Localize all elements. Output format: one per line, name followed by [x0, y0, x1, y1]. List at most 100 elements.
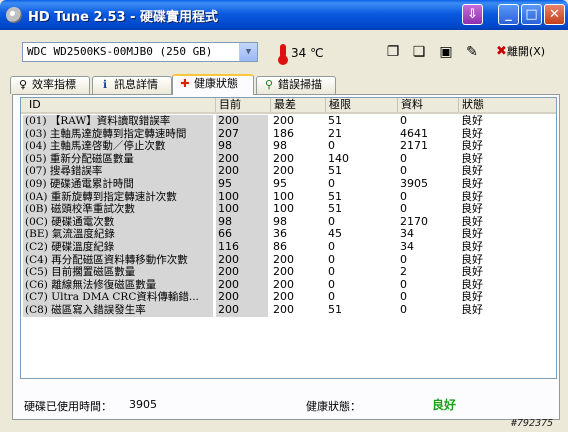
window-title: HD Tune 2.53 - 硬碟實用程式: [28, 10, 219, 25]
cell-dat: 0: [400, 304, 407, 316]
exit-button[interactable]: ✖離開(X): [496, 43, 545, 59]
watermark: #792375: [511, 418, 554, 429]
cell-wor: 200: [273, 253, 294, 266]
tab-info[interactable]: ℹ 訊息詳情: [92, 76, 172, 94]
cell-dat: 0: [400, 115, 407, 127]
table-row[interactable]: (C5) 目前擱置磁區數量 200 200 0 2 良好: [21, 266, 556, 279]
download-icon[interactable]: ⇩: [462, 4, 483, 25]
table-row[interactable]: (0B) 磁頭校準重試次數 100 100 51 0 良好: [21, 203, 556, 216]
copy-text-icon[interactable]: ❐: [384, 43, 402, 61]
cell-dat: 34: [400, 228, 414, 241]
info-icon: ℹ: [102, 78, 108, 91]
cell-sta: 良好: [461, 115, 483, 127]
cell-wor: 36: [273, 228, 287, 241]
exit-icon: ✖: [496, 44, 507, 59]
cell-sta: 良好: [461, 165, 483, 178]
copy-image-icon[interactable]: ❏: [410, 43, 428, 61]
table-row[interactable]: (09) 硬碟通電累計時間 95 95 0 3905 良好: [21, 178, 556, 191]
drive-select[interactable]: WDC WD2500KS-00MJB0 (250 GB) ▼: [22, 42, 258, 62]
table-row[interactable]: (05) 重新分配磁區數量 200 200 140 0 良好: [21, 152, 556, 166]
cell-dat: 0: [400, 152, 407, 165]
cell-wor: 98: [273, 215, 287, 228]
cell-id: (01) 【RAW】資料讀取錯誤率: [23, 115, 213, 128]
cell-dat: 0: [400, 203, 407, 216]
table-row[interactable]: (C7) Ultra DMA CRC資料傳輸錯... 200 200 0 0 良好: [21, 291, 556, 304]
cell-wor: 200: [273, 278, 294, 291]
cell-id: (C6) 離線無法修復磁區數量: [23, 278, 213, 292]
table-row[interactable]: (03) 主軸馬達旋轉到指定轉速時間 207 186 21 4641 良好: [21, 127, 556, 141]
cell-thr: 51: [328, 203, 342, 216]
cell-id: (C8) 磁區寫入錯誤發生率: [23, 304, 213, 317]
cell-thr: 0: [328, 253, 335, 266]
minimize-button[interactable]: _: [498, 4, 519, 25]
cell-wor: 95: [273, 178, 287, 190]
cell-sta: 良好: [461, 304, 483, 316]
column-header-threshold[interactable]: 極限: [326, 98, 398, 112]
cell-dat: 3905: [400, 178, 428, 190]
table-row[interactable]: (C6) 離線無法修復磁區數量 200 200 0 0 良好: [21, 278, 556, 292]
column-header-status[interactable]: 狀態: [459, 98, 556, 112]
column-header-current[interactable]: 目前: [216, 98, 271, 112]
column-header-worst[interactable]: 最差: [271, 98, 326, 112]
table-row[interactable]: (0C) 硬碟通電次數 98 98 0 2170 良好: [21, 215, 556, 229]
cell-id: (0A) 重新旋轉到指定轉速計次數: [23, 190, 213, 204]
cell-id: (09) 硬碟通電累計時間: [23, 178, 213, 191]
cell-cur: 200: [216, 253, 268, 267]
cell-sta: 良好: [461, 190, 483, 203]
cell-id: (C2) 硬碟溫度紀錄: [23, 241, 213, 254]
table-row[interactable]: (01) 【RAW】資料讀取錯誤率 200 200 51 0 良好: [21, 115, 556, 128]
cell-sta: 良好: [461, 203, 483, 216]
cell-dat: 0: [400, 253, 407, 266]
table-row[interactable]: (04) 主軸馬達啓動／停止次數 98 98 0 2171 良好: [21, 140, 556, 153]
health-cross-icon: ✚: [180, 77, 190, 90]
cell-sta: 良好: [461, 228, 483, 241]
table-header: ID 目前 最差 極限 資料 狀態: [21, 98, 556, 114]
cell-id: (0B) 磁頭校準重試次數: [23, 203, 213, 216]
cell-sta: 良好: [461, 152, 483, 165]
cell-sta: 良好: [461, 253, 483, 266]
app-icon: [6, 7, 22, 23]
cell-dat: 2: [400, 266, 407, 279]
cell-sta: 良好: [461, 215, 483, 228]
cell-cur: 98: [216, 140, 268, 153]
cell-thr: 45: [328, 228, 342, 241]
cell-wor: 100: [273, 203, 294, 216]
column-header-id[interactable]: ID: [21, 98, 216, 112]
cell-dat: 0: [400, 278, 407, 291]
chevron-down-icon[interactable]: ▼: [239, 43, 257, 61]
tab-health[interactable]: ✚ 健康狀態: [172, 74, 254, 95]
cell-cur: 116: [216, 241, 268, 254]
health-label: 健康狀態：: [306, 400, 361, 413]
smart-table[interactable]: ID 目前 最差 極限 資料 狀態 (01) 【RAW】資料讀取錯誤率 200 20…: [20, 97, 557, 379]
cell-id: (C5) 目前擱置磁區數量: [23, 266, 213, 279]
cell-cur: 200: [216, 291, 268, 304]
cell-sta: 良好: [461, 291, 483, 304]
cell-id: (0C) 硬碟通電次數: [23, 215, 213, 229]
cell-cur: 200: [216, 152, 268, 166]
magnifier-icon: ⚲: [264, 78, 274, 91]
close-button[interactable]: ✕: [544, 4, 565, 25]
table-row[interactable]: (C4) 再分配磁區資料轉移動作次數 200 200 0 0 良好: [21, 253, 556, 267]
health-value: 良好: [432, 398, 457, 412]
table-row[interactable]: (BE) 氣流溫度紀錄 66 36 45 34 良好: [21, 228, 556, 241]
column-header-data[interactable]: 資料: [398, 98, 459, 112]
cell-id: (C7) Ultra DMA CRC資料傳輸錯...: [23, 291, 213, 304]
table-row[interactable]: (C8) 磁區寫入錯誤發生率 200 200 51 0 良好: [21, 304, 556, 317]
maximize-button[interactable]: □: [521, 4, 542, 25]
table-row[interactable]: (07) 搜尋錯誤率 200 200 51 0 良好: [21, 165, 556, 178]
save-icon[interactable]: ▣: [437, 43, 455, 61]
cell-dat: 0: [400, 291, 407, 304]
cell-cur: 200: [216, 266, 268, 279]
cell-thr: 51: [328, 304, 342, 316]
cell-thr: 0: [328, 266, 335, 279]
cell-wor: 200: [273, 266, 294, 279]
tab-benchmark[interactable]: ♀ 效率指標: [10, 76, 90, 94]
cell-wor: 100: [273, 190, 294, 203]
table-row[interactable]: (C2) 硬碟溫度紀錄 116 86 0 34 良好: [21, 241, 556, 254]
temperature-value: 34 ℃: [291, 46, 324, 60]
tab-error-scan[interactable]: ⚲ 錯誤掃描: [256, 76, 336, 94]
cell-dat: 4641: [400, 127, 428, 140]
options-icon[interactable]: ✎: [463, 43, 481, 61]
table-row[interactable]: (0A) 重新旋轉到指定轉速計次數 100 100 51 0 良好: [21, 190, 556, 204]
cell-id: (BE) 氣流溫度紀錄: [23, 228, 213, 241]
